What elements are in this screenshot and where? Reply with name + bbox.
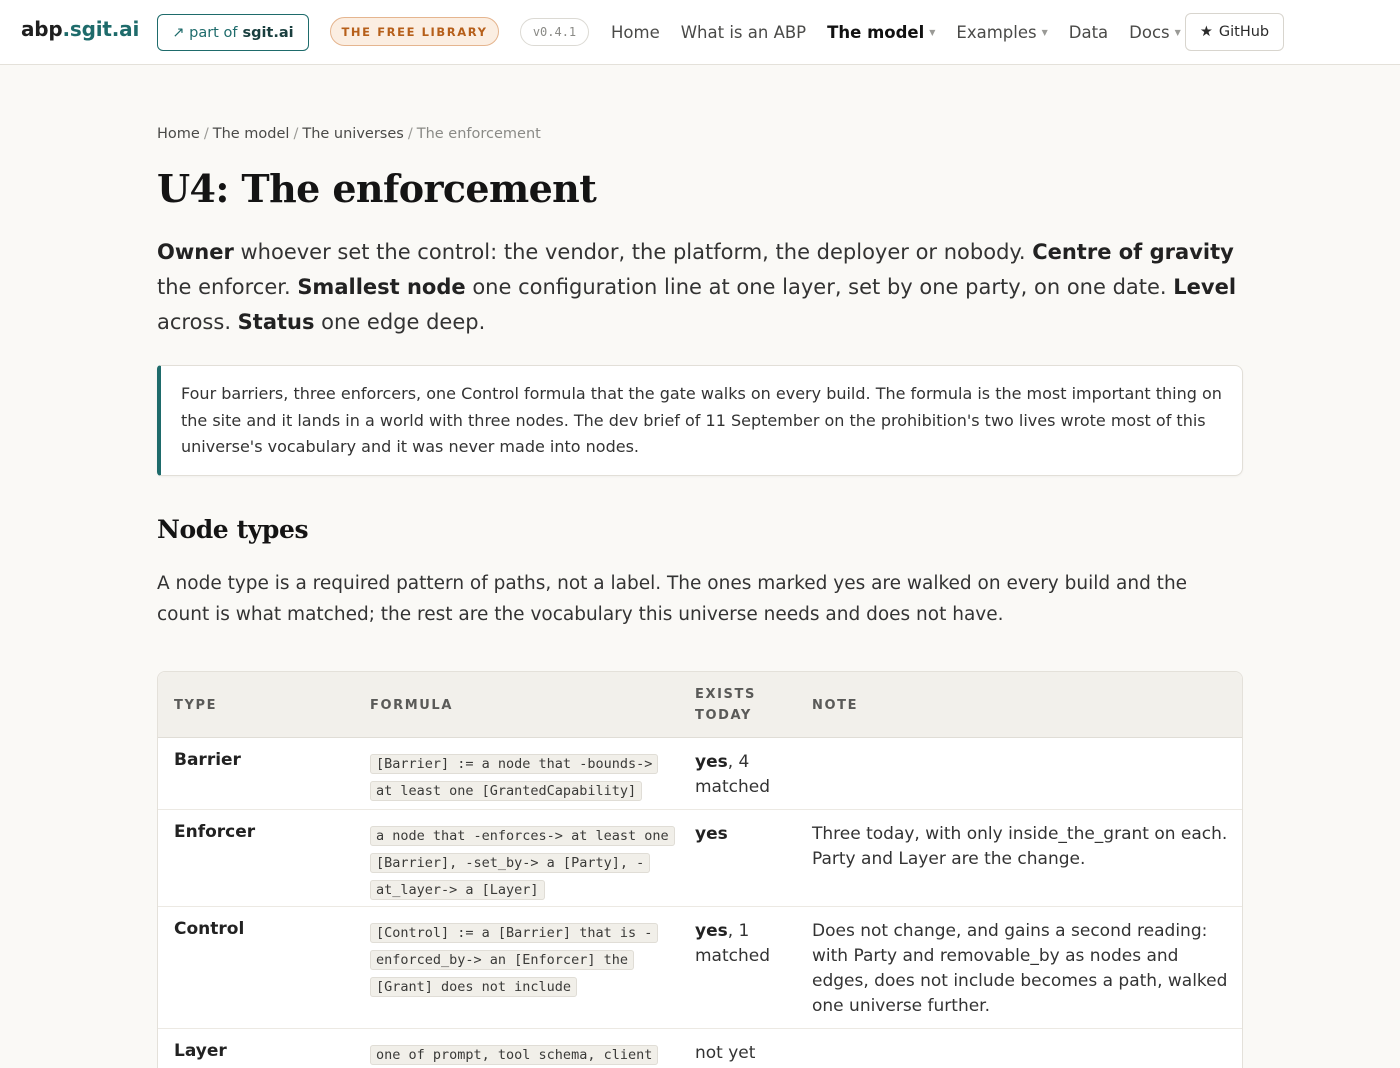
lead-key-centre: Centre of gravity bbox=[1032, 240, 1234, 264]
breadcrumb: Home / The model / The universes / The enforce… bbox=[157, 126, 541, 142]
cell-formula: one of prompt, tool schema, client bbox=[370, 1041, 670, 1068]
cell-note: Three today, with only inside_the_grant … bbox=[812, 824, 1228, 869]
breadcrumb-current: The enforcement bbox=[416, 126, 541, 142]
table-row: Control [Control] := a [Barrier] that is… bbox=[158, 907, 1242, 1029]
table-row: Layer one of prompt, tool schema, client… bbox=[158, 1029, 1242, 1068]
lead-value-status: one edge deep. bbox=[314, 310, 486, 334]
cell-type: Barrier bbox=[174, 750, 241, 770]
nav-docs-label: Docs bbox=[1129, 22, 1170, 42]
chevron-down-icon: ▼ bbox=[929, 27, 936, 37]
lead-paragraph: Owner whoever set the control: the vendo… bbox=[157, 235, 1243, 340]
cell-exists: not yet bbox=[695, 1041, 795, 1066]
table-header: TYPE FORMULA EXISTS TODAY NOTE bbox=[158, 672, 1242, 738]
column-header-note: NOTE bbox=[812, 697, 859, 713]
nav-data-label: Data bbox=[1068, 22, 1109, 42]
exists-flag: yes bbox=[695, 921, 728, 941]
nav-examples[interactable]: Examples ▼ bbox=[956, 23, 1047, 42]
formula-code: [Barrier] := a node that -bounds-> at le… bbox=[370, 754, 659, 801]
site-logo[interactable]: abp.sgit.ai bbox=[21, 17, 139, 41]
breadcrumb-the-model[interactable]: The model bbox=[213, 126, 290, 142]
cell-formula: [Barrier] := a node that -bounds-> at le… bbox=[370, 750, 670, 804]
lead-value-owner: whoever set the control: the vendor, the… bbox=[233, 240, 1033, 264]
breadcrumb-separator: / bbox=[293, 126, 299, 142]
nav-the-model[interactable]: The model ▼ bbox=[827, 23, 935, 42]
top-navigation-bar: abp.sgit.ai ↗ part of sgit.ai THE FREE L… bbox=[0, 0, 1400, 65]
cell-exists: yes, 4 matched bbox=[695, 750, 795, 800]
lead-key-status: Status bbox=[237, 310, 315, 334]
star-icon: ★ bbox=[1199, 24, 1213, 40]
lead-value-smallest: one configuration line at one layer, set… bbox=[465, 275, 1174, 299]
cell-formula: a node that -enforces-> at least one [Ba… bbox=[370, 822, 675, 903]
breadcrumb-the-universes[interactable]: The universes bbox=[302, 126, 403, 142]
cell-note: Does not change, and gains a second read… bbox=[812, 921, 1228, 1016]
brand-main: abp bbox=[21, 17, 63, 41]
column-header-exists-today: EXISTS TODAY bbox=[695, 672, 756, 738]
nav-docs[interactable]: Docs ▼ bbox=[1129, 23, 1181, 42]
part-of-label: ↗ part of bbox=[172, 24, 238, 41]
nav-examples-label: Examples bbox=[956, 22, 1037, 42]
exists-count: not yet bbox=[695, 1043, 756, 1063]
cell-type: Control bbox=[174, 919, 245, 939]
table-row: Barrier [Barrier] := a node that -bounds… bbox=[158, 738, 1242, 810]
brand-accent: .sgit.ai bbox=[62, 17, 140, 41]
lead-value-centre: the enforcer. bbox=[157, 275, 298, 299]
breadcrumb-home[interactable]: Home bbox=[157, 126, 200, 142]
lead-key-smallest: Smallest node bbox=[297, 275, 466, 299]
cell-formula: [Control] := a [Barrier] that is -enforc… bbox=[370, 919, 670, 1000]
lead-key-level: Level bbox=[1173, 275, 1237, 299]
formula-code: a node that -enforces-> at least one [Ba… bbox=[370, 826, 675, 900]
version-badge: v0.4.1 bbox=[520, 18, 589, 46]
exists-flag: yes bbox=[695, 752, 728, 772]
column-header-exists-line2: TODAY bbox=[695, 708, 752, 723]
formula-code: [Control] := a [Barrier] that is -enforc… bbox=[370, 923, 659, 997]
cell-type: Enforcer bbox=[174, 822, 256, 842]
nav-home[interactable]: Home bbox=[611, 23, 660, 42]
node-types-table: TYPE FORMULA EXISTS TODAY NOTE Barrier [B… bbox=[157, 671, 1243, 1068]
chevron-down-icon: ▼ bbox=[1174, 27, 1181, 37]
section-title-node-types: Node types bbox=[157, 515, 309, 544]
exists-flag: yes bbox=[695, 824, 728, 844]
nav-what-is-abp[interactable]: What is an ABP bbox=[681, 23, 806, 42]
breadcrumb-separator: / bbox=[407, 126, 413, 142]
lead-value-level: across. bbox=[157, 310, 238, 334]
column-header-type: TYPE bbox=[174, 697, 218, 713]
column-header-exists-line1: EXISTS bbox=[695, 687, 756, 702]
free-library-badge[interactable]: THE FREE LIBRARY bbox=[330, 17, 499, 46]
cell-exists: yes, 1 matched bbox=[695, 919, 795, 969]
section-intro: A node type is a required pattern of pat… bbox=[157, 573, 1188, 625]
column-header-formula: FORMULA bbox=[370, 697, 453, 713]
table-row: Enforcer a node that -enforces-> at leas… bbox=[158, 810, 1242, 907]
part-of-sgit-button[interactable]: ↗ part of sgit.ai bbox=[157, 14, 309, 51]
nav-home-label: Home bbox=[611, 22, 660, 42]
lead-key-owner: Owner bbox=[157, 240, 234, 264]
nav-what-is-abp-label: What is an ABP bbox=[680, 22, 807, 42]
github-label: GitHub bbox=[1218, 24, 1270, 40]
summary-callout: Four barriers, three enforcers, one Cont… bbox=[157, 365, 1243, 476]
nav-the-model-label: The model bbox=[827, 22, 925, 42]
cell-type: Layer bbox=[174, 1041, 227, 1061]
page-title: U4: The enforcement bbox=[157, 166, 597, 211]
cell-exists: yes bbox=[695, 822, 795, 847]
github-button[interactable]: ★ GitHub bbox=[1185, 13, 1284, 51]
nav-data[interactable]: Data bbox=[1069, 23, 1108, 42]
part-of-site: sgit.ai bbox=[242, 24, 294, 41]
main-nav: Home What is an ABP The model ▼ Examples… bbox=[611, 20, 1202, 44]
formula-code: one of prompt, tool schema, client bbox=[370, 1045, 659, 1065]
breadcrumb-separator: / bbox=[203, 126, 209, 142]
chevron-down-icon: ▼ bbox=[1041, 27, 1048, 37]
